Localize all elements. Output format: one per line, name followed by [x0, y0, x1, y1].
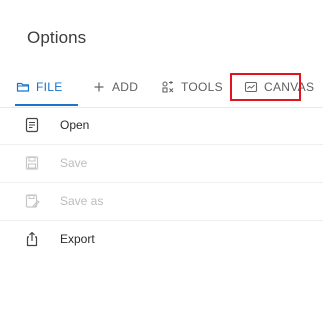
tab-file[interactable]: FILE	[16, 72, 63, 102]
folder-icon	[16, 80, 30, 94]
save-as-icon	[24, 193, 40, 209]
tab-tools-label: TOOLS	[181, 80, 223, 94]
menu-item-save-label: Save	[60, 156, 88, 170]
menu-item-export[interactable]: Export	[0, 220, 323, 258]
menu-item-save[interactable]: Save	[0, 144, 323, 182]
options-panel: Options FILE ADD TOOLS CANVAS Open Save …	[0, 0, 323, 336]
canvas-tab-highlight-box	[230, 73, 301, 101]
open-file-icon	[24, 117, 40, 133]
panel-title: Options	[27, 28, 87, 47]
tab-add-label: ADD	[112, 80, 139, 94]
menu-item-open-label: Open	[60, 118, 90, 132]
export-icon	[24, 231, 40, 247]
menu-item-open[interactable]: Open	[0, 106, 323, 144]
menu-item-save-as[interactable]: Save as	[0, 182, 323, 220]
tab-add[interactable]: ADD	[92, 72, 138, 102]
tools-icon	[161, 80, 175, 94]
save-icon	[24, 155, 40, 171]
menu-item-save-as-label: Save as	[60, 194, 104, 208]
tab-file-label: FILE	[36, 80, 63, 94]
plus-icon	[92, 80, 106, 94]
menu-item-export-label: Export	[60, 232, 95, 246]
tab-tools[interactable]: TOOLS	[161, 72, 223, 102]
